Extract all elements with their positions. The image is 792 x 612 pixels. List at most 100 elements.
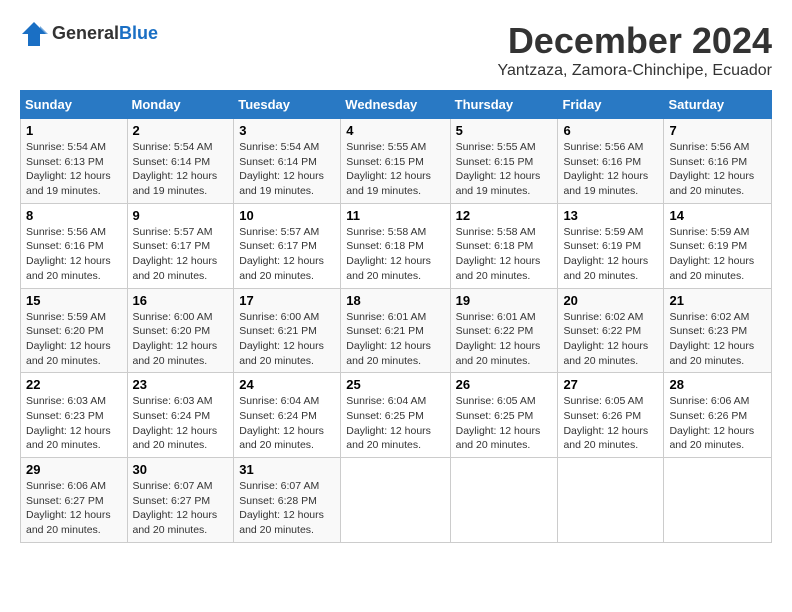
day-number: 23 — [133, 377, 229, 392]
day-number: 26 — [456, 377, 553, 392]
calendar-cell: 22 Sunrise: 6:03 AM Sunset: 6:23 PM Dayli… — [21, 373, 128, 458]
day-info: Sunrise: 6:02 AM Sunset: 6:23 PM Dayligh… — [669, 310, 766, 369]
day-info: Sunrise: 6:05 AM Sunset: 6:25 PM Dayligh… — [456, 394, 553, 453]
calendar-cell: 19 Sunrise: 6:01 AM Sunset: 6:22 PM Dayli… — [450, 288, 558, 373]
day-number: 2 — [133, 123, 229, 138]
calendar-cell: 20Sunrise: 6:02 AM Sunset: 6:22 PM Dayli… — [558, 288, 664, 373]
calendar-cell — [664, 458, 772, 543]
day-info: Sunrise: 5:54 AM Sunset: 6:14 PM Dayligh… — [133, 140, 229, 199]
calendar-cell: 29 Sunrise: 6:06 AM Sunset: 6:27 PM Dayli… — [21, 458, 128, 543]
day-info: Sunrise: 6:06 AM Sunset: 6:26 PM Dayligh… — [669, 394, 766, 453]
calendar-cell: 5Sunrise: 5:55 AM Sunset: 6:15 PM Daylig… — [450, 119, 558, 204]
calendar-week-row: 15Sunrise: 5:59 AM Sunset: 6:20 PM Dayli… — [21, 288, 772, 373]
day-number: 16 — [133, 293, 229, 308]
calendar-cell: 28Sunrise: 6:06 AM Sunset: 6:26 PM Dayli… — [664, 373, 772, 458]
day-number: 25 — [346, 377, 444, 392]
day-number: 19 — [456, 293, 553, 308]
day-number: 11 — [346, 208, 444, 223]
column-header-sunday: Sunday — [21, 91, 128, 119]
calendar-week-row: 22 Sunrise: 6:03 AM Sunset: 6:23 PM Dayli… — [21, 373, 772, 458]
day-info: Sunrise: 6:01 AM Sunset: 6:21 PM Dayligh… — [346, 310, 444, 369]
calendar-cell — [341, 458, 450, 543]
calendar-cell: 16 Sunrise: 6:00 AM Sunset: 6:20 PM Dayli… — [127, 288, 234, 373]
logo: GeneralBlue — [20, 20, 158, 48]
calendar-cell: 3 Sunrise: 5:54 AM Sunset: 6:14 PM Daylig… — [234, 119, 341, 204]
calendar-cell: 9 Sunrise: 5:57 AM Sunset: 6:17 PM Daylig… — [127, 203, 234, 288]
calendar-cell: 10 Sunrise: 5:57 AM Sunset: 6:17 PM Dayli… — [234, 203, 341, 288]
calendar-cell: 12 Sunrise: 5:58 AM Sunset: 6:18 PM Dayli… — [450, 203, 558, 288]
day-number: 29 — [26, 462, 122, 477]
day-number: 1 — [26, 123, 122, 138]
calendar-week-row: 29 Sunrise: 6:06 AM Sunset: 6:27 PM Dayli… — [21, 458, 772, 543]
day-info: Sunrise: 5:55 AM Sunset: 6:15 PM Dayligh… — [346, 140, 444, 199]
day-number: 3 — [239, 123, 335, 138]
column-header-tuesday: Tuesday — [234, 91, 341, 119]
day-number: 4 — [346, 123, 444, 138]
page-header: GeneralBlue December 2024 Yantzaza, Zamo… — [20, 20, 772, 80]
month-title: December 2024 — [497, 20, 772, 62]
day-info: Sunrise: 5:54 AM Sunset: 6:14 PM Dayligh… — [239, 140, 335, 199]
day-info: Sunrise: 5:58 AM Sunset: 6:18 PM Dayligh… — [456, 225, 553, 284]
logo-general: General — [52, 23, 119, 43]
day-info: Sunrise: 6:04 AM Sunset: 6:25 PM Dayligh… — [346, 394, 444, 453]
calendar-table: SundayMondayTuesdayWednesdayThursdayFrid… — [20, 90, 772, 543]
calendar-cell: 15Sunrise: 5:59 AM Sunset: 6:20 PM Dayli… — [21, 288, 128, 373]
day-info: Sunrise: 5:56 AM Sunset: 6:16 PM Dayligh… — [563, 140, 658, 199]
calendar-cell: 14 Sunrise: 5:59 AM Sunset: 6:19 PM Dayli… — [664, 203, 772, 288]
day-info: Sunrise: 6:00 AM Sunset: 6:20 PM Dayligh… — [133, 310, 229, 369]
day-info: Sunrise: 5:57 AM Sunset: 6:17 PM Dayligh… — [133, 225, 229, 284]
day-number: 8 — [26, 208, 122, 223]
day-info: Sunrise: 5:54 AM Sunset: 6:13 PM Dayligh… — [26, 140, 122, 199]
calendar-cell: 27 Sunrise: 6:05 AM Sunset: 6:26 PM Dayli… — [558, 373, 664, 458]
day-number: 9 — [133, 208, 229, 223]
calendar-cell — [558, 458, 664, 543]
location-title: Yantzaza, Zamora-Chinchipe, Ecuador — [497, 62, 772, 80]
column-header-friday: Friday — [558, 91, 664, 119]
calendar-cell: 26 Sunrise: 6:05 AM Sunset: 6:25 PM Dayli… — [450, 373, 558, 458]
day-info: Sunrise: 5:59 AM Sunset: 6:19 PM Dayligh… — [563, 225, 658, 284]
calendar-cell: 31 Sunrise: 6:07 AM Sunset: 6:28 PM Dayli… — [234, 458, 341, 543]
calendar-cell: 23Sunrise: 6:03 AM Sunset: 6:24 PM Dayli… — [127, 373, 234, 458]
logo-icon — [20, 20, 48, 48]
day-info: Sunrise: 6:03 AM Sunset: 6:23 PM Dayligh… — [26, 394, 122, 453]
day-info: Sunrise: 6:02 AM Sunset: 6:22 PM Dayligh… — [563, 310, 658, 369]
day-number: 10 — [239, 208, 335, 223]
day-number: 14 — [669, 208, 766, 223]
day-number: 22 — [26, 377, 122, 392]
calendar-cell: 1 Sunrise: 5:54 AM Sunset: 6:13 PM Daylig… — [21, 119, 128, 204]
day-info: Sunrise: 5:56 AM Sunset: 6:16 PM Dayligh… — [26, 225, 122, 284]
calendar-cell: 24Sunrise: 6:04 AM Sunset: 6:24 PM Dayli… — [234, 373, 341, 458]
calendar-cell: 25 Sunrise: 6:04 AM Sunset: 6:25 PM Dayli… — [341, 373, 450, 458]
day-info: Sunrise: 5:58 AM Sunset: 6:18 PM Dayligh… — [346, 225, 444, 284]
day-number: 12 — [456, 208, 553, 223]
day-number: 30 — [133, 462, 229, 477]
column-header-thursday: Thursday — [450, 91, 558, 119]
column-header-saturday: Saturday — [664, 91, 772, 119]
calendar-cell — [450, 458, 558, 543]
day-info: Sunrise: 6:07 AM Sunset: 6:28 PM Dayligh… — [239, 479, 335, 538]
day-info: Sunrise: 6:07 AM Sunset: 6:27 PM Dayligh… — [133, 479, 229, 538]
calendar-cell: 7Sunrise: 5:56 AM Sunset: 6:16 PM Daylig… — [664, 119, 772, 204]
day-number: 27 — [563, 377, 658, 392]
day-info: Sunrise: 5:57 AM Sunset: 6:17 PM Dayligh… — [239, 225, 335, 284]
calendar-cell: 18Sunrise: 6:01 AM Sunset: 6:21 PM Dayli… — [341, 288, 450, 373]
day-info: Sunrise: 5:59 AM Sunset: 6:19 PM Dayligh… — [669, 225, 766, 284]
calendar-cell: 2 Sunrise: 5:54 AM Sunset: 6:14 PM Daylig… — [127, 119, 234, 204]
day-number: 7 — [669, 123, 766, 138]
day-info: Sunrise: 6:04 AM Sunset: 6:24 PM Dayligh… — [239, 394, 335, 453]
day-info: Sunrise: 5:59 AM Sunset: 6:20 PM Dayligh… — [26, 310, 122, 369]
day-number: 17 — [239, 293, 335, 308]
day-number: 13 — [563, 208, 658, 223]
title-block: December 2024 Yantzaza, Zamora-Chinchipe… — [497, 20, 772, 80]
day-number: 5 — [456, 123, 553, 138]
calendar-cell: 4 Sunrise: 5:55 AM Sunset: 6:15 PM Daylig… — [341, 119, 450, 204]
day-info: Sunrise: 6:05 AM Sunset: 6:26 PM Dayligh… — [563, 394, 658, 453]
day-number: 31 — [239, 462, 335, 477]
day-info: Sunrise: 6:00 AM Sunset: 6:21 PM Dayligh… — [239, 310, 335, 369]
calendar-cell: 30 Sunrise: 6:07 AM Sunset: 6:27 PM Dayli… — [127, 458, 234, 543]
calendar-cell: 21Sunrise: 6:02 AM Sunset: 6:23 PM Dayli… — [664, 288, 772, 373]
day-info: Sunrise: 6:01 AM Sunset: 6:22 PM Dayligh… — [456, 310, 553, 369]
column-header-monday: Monday — [127, 91, 234, 119]
calendar-cell: 11 Sunrise: 5:58 AM Sunset: 6:18 PM Dayli… — [341, 203, 450, 288]
day-info: Sunrise: 6:06 AM Sunset: 6:27 PM Dayligh… — [26, 479, 122, 538]
